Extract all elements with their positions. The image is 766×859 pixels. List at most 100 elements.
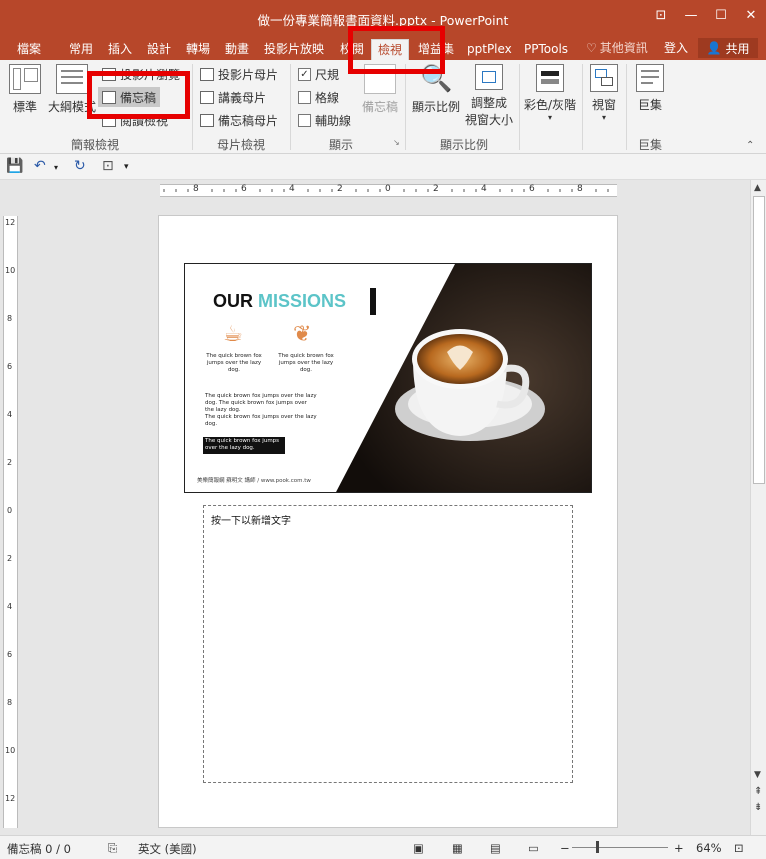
- ruler-label: 12: [5, 218, 16, 227]
- feature-text: The quick brown fox jumps over the lazy …: [278, 353, 334, 373]
- spell-check-icon[interactable]: ⎘: [108, 841, 117, 856]
- ruler-label: 8: [7, 698, 13, 707]
- ribbon-display-options-icon[interactable]: ⊡: [646, 0, 676, 30]
- undo-icon[interactable]: ↶: [34, 158, 46, 174]
- minimize-icon[interactable]: —: [676, 0, 706, 30]
- color-grayscale-button[interactable]: 彩色/灰階 ▾: [522, 64, 578, 122]
- ruler-label: 2: [433, 184, 439, 194]
- handout-master-icon: [200, 90, 214, 104]
- scrollbar-thumb[interactable]: [753, 196, 765, 484]
- start-from-beginning-icon[interactable]: ⊡: [102, 158, 114, 174]
- scroll-down-icon[interactable]: ▼: [754, 770, 761, 780]
- ruler-checkbox[interactable]: ✓ 尺規: [298, 64, 339, 84]
- tab-insert[interactable]: 插入: [108, 39, 132, 60]
- next-page-icon[interactable]: ⇟: [754, 802, 762, 813]
- slide-title: OUR MISSIONS: [213, 291, 347, 311]
- share-button[interactable]: 👤 共用: [698, 38, 758, 58]
- tab-transitions[interactable]: 轉場: [186, 39, 210, 60]
- tab-file[interactable]: 檔案: [17, 39, 41, 60]
- tab-design[interactable]: 設計: [147, 39, 171, 60]
- group-label-presentation-views: 簡報檢視: [70, 138, 119, 152]
- slideshow-status-icon[interactable]: ▭: [528, 841, 539, 855]
- horizontal-ruler[interactable]: 8 6 4 2 0 2 4 6 8: [160, 184, 617, 197]
- fit-to-window-button[interactable]: 調整成 視窗大小: [464, 64, 514, 128]
- notes-master-button[interactable]: 備忘稿母片: [200, 110, 278, 130]
- maximize-icon[interactable]: ☐: [706, 0, 736, 30]
- normal-view-icon: [9, 64, 41, 94]
- save-icon[interactable]: 💾: [6, 158, 23, 174]
- normal-view-status-icon[interactable]: ▣: [413, 841, 424, 855]
- ruler-label: 10: [5, 746, 16, 755]
- ruler-label: 12: [5, 794, 16, 803]
- language-indicator[interactable]: 英文 (美國): [138, 841, 197, 857]
- dropdown-arrow-icon: ▾: [601, 113, 606, 122]
- tab-pptools[interactable]: PPTools: [524, 39, 568, 60]
- group-label-master-views: 母片檢視: [216, 138, 265, 152]
- checkbox-empty-icon: [298, 90, 311, 104]
- ruler-label: 8: [577, 184, 583, 194]
- zoom-out-icon[interactable]: −: [560, 841, 570, 855]
- slide-footer: 美樂簡報網 蘇明文 講師 / www.pook.com.tw: [197, 478, 311, 484]
- ruler-label: 4: [289, 184, 295, 194]
- window-icon: [590, 64, 618, 92]
- vertical-scrollbar[interactable]: ▲ ▼ ⇞ ⇟: [750, 180, 766, 835]
- notes-text-placeholder[interactable]: 按一下以新增文字: [203, 505, 573, 783]
- zoom-slider-thumb[interactable]: [596, 841, 599, 853]
- page-indicator: 備忘稿 0 / 0: [7, 842, 71, 856]
- ruler-label: 2: [7, 554, 13, 563]
- macros-button[interactable]: 巨集: [632, 64, 668, 113]
- zoom-level[interactable]: 64%: [696, 841, 722, 855]
- slide-master-button[interactable]: 投影片母片: [200, 64, 278, 84]
- ruler-label: 2: [337, 184, 343, 194]
- highlight-box-notes-button: [87, 71, 190, 119]
- zoom-in-icon[interactable]: +: [674, 841, 684, 855]
- group-label-zoom: 顯示比例: [439, 138, 488, 152]
- tab-home[interactable]: 常用: [69, 39, 93, 60]
- coffee-beans-icon: ❦: [293, 322, 312, 347]
- ruler-label: 8: [193, 184, 199, 194]
- person-icon: 👤: [706, 41, 722, 55]
- feature-text: The quick brown fox jumps over the lazy …: [206, 353, 262, 373]
- ruler-label: 6: [7, 362, 13, 371]
- tab-animations[interactable]: 動畫: [225, 39, 249, 60]
- tell-me-search[interactable]: ♡ 其他資訊: [586, 39, 648, 56]
- notes-placeholder-text: 按一下以新增文字: [211, 516, 291, 527]
- close-icon[interactable]: ✕: [736, 0, 766, 30]
- redo-icon[interactable]: ↻: [74, 158, 86, 174]
- divider: [582, 64, 583, 150]
- scroll-up-icon[interactable]: ▲: [754, 183, 761, 193]
- ruler-label: 4: [7, 602, 13, 611]
- tab-slideshow[interactable]: 投影片放映: [264, 39, 324, 60]
- quick-access-toolbar: 💾 ↶ ▾ ↻ ⊡ ▾: [0, 154, 766, 180]
- slide-master-icon: [200, 67, 214, 81]
- slide-sorter-status-icon[interactable]: ▦: [452, 841, 463, 855]
- tab-pptplex[interactable]: pptPlex: [467, 39, 512, 60]
- undo-dropdown-icon[interactable]: ▾: [54, 163, 58, 172]
- previous-page-icon[interactable]: ⇞: [754, 786, 762, 797]
- divider: [405, 64, 406, 150]
- window-button[interactable]: 視窗 ▾: [586, 64, 622, 122]
- ruler-label: 0: [385, 184, 391, 194]
- collapse-ribbon-icon[interactable]: ⌃: [746, 140, 754, 151]
- handout-master-button[interactable]: 講義母片: [200, 87, 266, 107]
- dialog-launcher-icon[interactable]: ↘: [393, 138, 400, 147]
- ruler-label: 0: [7, 506, 13, 515]
- login-link[interactable]: 登入: [664, 39, 688, 56]
- divider: [192, 64, 193, 150]
- slide-thumbnail[interactable]: OUR MISSIONS ☕ ❦ The quick brown fox jum…: [184, 263, 592, 493]
- notes-master-icon: [200, 113, 214, 127]
- zoom-slider-track[interactable]: [572, 847, 668, 848]
- macros-icon: [636, 64, 664, 92]
- fit-slide-icon[interactable]: ⊡: [734, 841, 744, 855]
- fit-window-icon: [475, 64, 503, 90]
- outline-view-icon: [56, 64, 88, 94]
- reading-view-status-icon[interactable]: ▤: [490, 841, 501, 855]
- ruler-label: 4: [7, 410, 13, 419]
- vertical-ruler[interactable]: 12 10 8 6 4 2 0 2 4 6 8 10 12: [3, 216, 18, 828]
- title-accent-bar: [370, 288, 376, 315]
- normal-view-button[interactable]: 標準: [6, 64, 44, 115]
- highlight-text-box: The quick brown fox jumps over the lazy …: [203, 437, 285, 454]
- gridlines-checkbox[interactable]: 格線: [298, 87, 339, 107]
- guides-checkbox[interactable]: 輔助線: [298, 110, 351, 130]
- customize-qat-icon[interactable]: ▾: [124, 162, 129, 172]
